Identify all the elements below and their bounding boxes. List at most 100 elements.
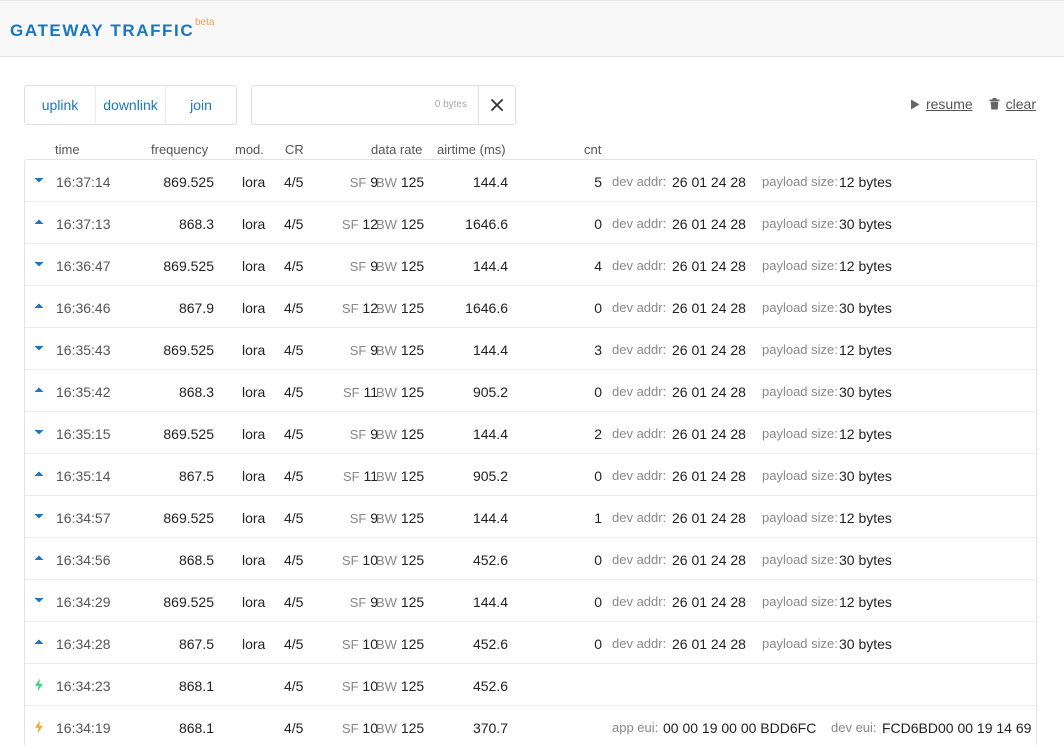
row-time: 16:34:57	[56, 510, 111, 526]
table-row[interactable]: 16:35:14 867.5 lora 4/5 SF 11 BW 125 905.2 0 dev…	[25, 454, 1036, 496]
row-time: 16:34:56	[56, 552, 111, 568]
row-coding-rate: 4/5	[284, 174, 304, 190]
dev-addr-label: dev addr:	[612, 342, 667, 357]
row-coding-rate: 4/5	[284, 258, 304, 274]
payload-size-value: 12 bytes	[839, 174, 892, 190]
bw-value: 125	[400, 216, 425, 232]
row-airtime: 452.6	[472, 636, 508, 652]
payload-size-value: 30 bytes	[839, 216, 892, 232]
row-airtime: 452.6	[472, 552, 508, 568]
row-time: 16:37:13	[56, 216, 111, 232]
bw-label: BW	[376, 301, 397, 316]
row-airtime: 905.2	[472, 468, 508, 484]
row-spreading-factor: SF 10	[342, 553, 378, 568]
table-row[interactable]: 16:35:43 869.525 lora 4/5 SF 9 BW 125 144.4 3 de…	[25, 328, 1036, 370]
table-row[interactable]: 16:34:29 869.525 lora 4/5 SF 9 BW 125 144.4 0 de…	[25, 580, 1036, 622]
resume-button[interactable]: resume	[910, 96, 973, 112]
bw-label: BW	[376, 217, 397, 232]
app-eui-label: app eui:	[612, 720, 659, 735]
row-modulation: lora	[242, 342, 266, 358]
bw-label: BW	[376, 595, 397, 610]
row-counter: 1	[594, 510, 602, 526]
row-modulation: lora	[242, 510, 266, 526]
row-airtime: 452.6	[472, 678, 508, 694]
payload-size-value: 12 bytes	[839, 426, 892, 442]
bw-value: 125	[400, 720, 425, 736]
sf-label: SF	[349, 259, 367, 274]
arrow-down-icon	[33, 594, 47, 608]
row-coding-rate: 4/5	[284, 510, 304, 526]
bolt-icon	[33, 678, 47, 692]
row-counter: 0	[594, 216, 602, 232]
row-frequency: 867.9	[178, 300, 214, 316]
bw-label: BW	[376, 721, 397, 736]
arrow-up-icon	[33, 468, 47, 482]
sf-label: SF	[341, 721, 359, 736]
table-row[interactable]: 16:36:46 867.9 lora 4/5 SF 12 BW 125 1646.6 0 de…	[25, 286, 1036, 328]
payload-size-label: payload size:	[762, 426, 838, 441]
row-airtime: 144.4	[472, 342, 508, 358]
dev-addr-label: dev addr:	[612, 468, 667, 483]
sf-label: SF	[342, 469, 360, 484]
trash-icon	[989, 98, 1000, 110]
dev-addr-value: 26 01 24 28	[672, 174, 746, 190]
row-coding-rate: 4/5	[284, 468, 304, 484]
table-row[interactable]: 16:34:19 868.1 4/5 SF 10 BW 125 370.7 app eui:…	[25, 706, 1036, 745]
play-icon	[910, 99, 920, 109]
filter-downlink-button[interactable]: downlink	[95, 86, 165, 124]
table-row[interactable]: 16:34:28 867.5 lora 4/5 SF 10 BW 125 452.6 0 dev…	[25, 622, 1036, 664]
row-frequency: 869.525	[163, 342, 214, 358]
table-row[interactable]: 16:35:15 869.525 lora 4/5 SF 9 BW 125 144.4 2 de…	[25, 412, 1036, 454]
clear-button[interactable]: clear	[989, 96, 1036, 112]
payload-size-label: payload size:	[762, 300, 838, 315]
bw-label: BW	[376, 343, 397, 358]
payload-size-filter[interactable]: 0 bytes	[251, 85, 516, 125]
table-row[interactable]: 16:35:42 868.3 lora 4/5 SF 11 BW 125 905.2 0 dev…	[25, 370, 1036, 412]
traffic-actions: resume clear	[910, 96, 1036, 112]
row-spreading-factor: SF 12	[342, 217, 378, 232]
column-header-mod: mod.	[235, 142, 264, 157]
table-row[interactable]: 16:34:23 868.1 4/5 SF 10 BW 125 452.6	[25, 664, 1036, 706]
row-airtime: 905.2	[472, 384, 508, 400]
column-header-airtime: airtime (ms)	[437, 142, 506, 157]
dev-addr-value: 26 01 24 28	[672, 384, 746, 400]
dev-addr-label: dev addr:	[612, 384, 667, 399]
table-row[interactable]: 16:36:47 869.525 lora 4/5 SF 9 BW 125 144.4 4 de…	[25, 244, 1036, 286]
bw-label: BW	[376, 427, 397, 442]
payload-size-value: 12 bytes	[839, 258, 892, 274]
payload-size-label: payload size:	[762, 594, 838, 609]
row-counter: 5	[594, 174, 602, 190]
filter-uplink-button[interactable]: uplink	[25, 86, 95, 124]
dev-addr-label: dev addr:	[612, 594, 667, 609]
row-frequency: 868.5	[178, 552, 214, 568]
table-row[interactable]: 16:34:56 868.5 lora 4/5 SF 10 BW 125 452.6 0 dev…	[25, 538, 1036, 580]
row-modulation: lora	[242, 300, 266, 316]
row-bandwidth: BW 125	[376, 385, 424, 400]
table-row[interactable]: 16:37:14 869.525 lora 4/5 SF 9 BW 125 144.4 5 de…	[25, 160, 1036, 202]
dev-addr-label: dev addr:	[612, 510, 667, 525]
row-frequency: 868.3	[178, 216, 214, 232]
row-frequency: 868.1	[178, 720, 214, 736]
table-row[interactable]: 16:37:13 868.3 lora 4/5 SF 12 BW 125 1646.6 0 de…	[25, 202, 1036, 244]
payload-size-label: payload size:	[762, 384, 838, 399]
arrow-down-icon	[33, 342, 47, 356]
row-coding-rate: 4/5	[284, 720, 304, 736]
clear-filter-button[interactable]	[478, 86, 515, 124]
row-bandwidth: BW 125	[376, 217, 424, 232]
row-coding-rate: 4/5	[284, 636, 304, 652]
dev-addr-label: dev addr:	[612, 636, 667, 651]
filter-join-button[interactable]: join	[165, 86, 236, 124]
row-counter: 2	[594, 426, 602, 442]
payload-size-value: 12 bytes	[839, 594, 892, 610]
row-frequency: 869.525	[163, 258, 214, 274]
bw-label: BW	[376, 637, 397, 652]
row-modulation: lora	[242, 258, 266, 274]
dev-addr-value: 26 01 24 28	[672, 552, 746, 568]
table-row[interactable]: 16:34:57 869.525 lora 4/5 SF 9 BW 125 144.4 1 de…	[25, 496, 1036, 538]
row-airtime: 144.4	[472, 258, 508, 274]
row-bandwidth: BW 125	[376, 511, 424, 526]
sf-label: SF	[349, 595, 367, 610]
payload-size-label: payload size:	[762, 468, 838, 483]
row-airtime: 144.4	[472, 510, 508, 526]
arrow-up-icon	[33, 552, 47, 566]
